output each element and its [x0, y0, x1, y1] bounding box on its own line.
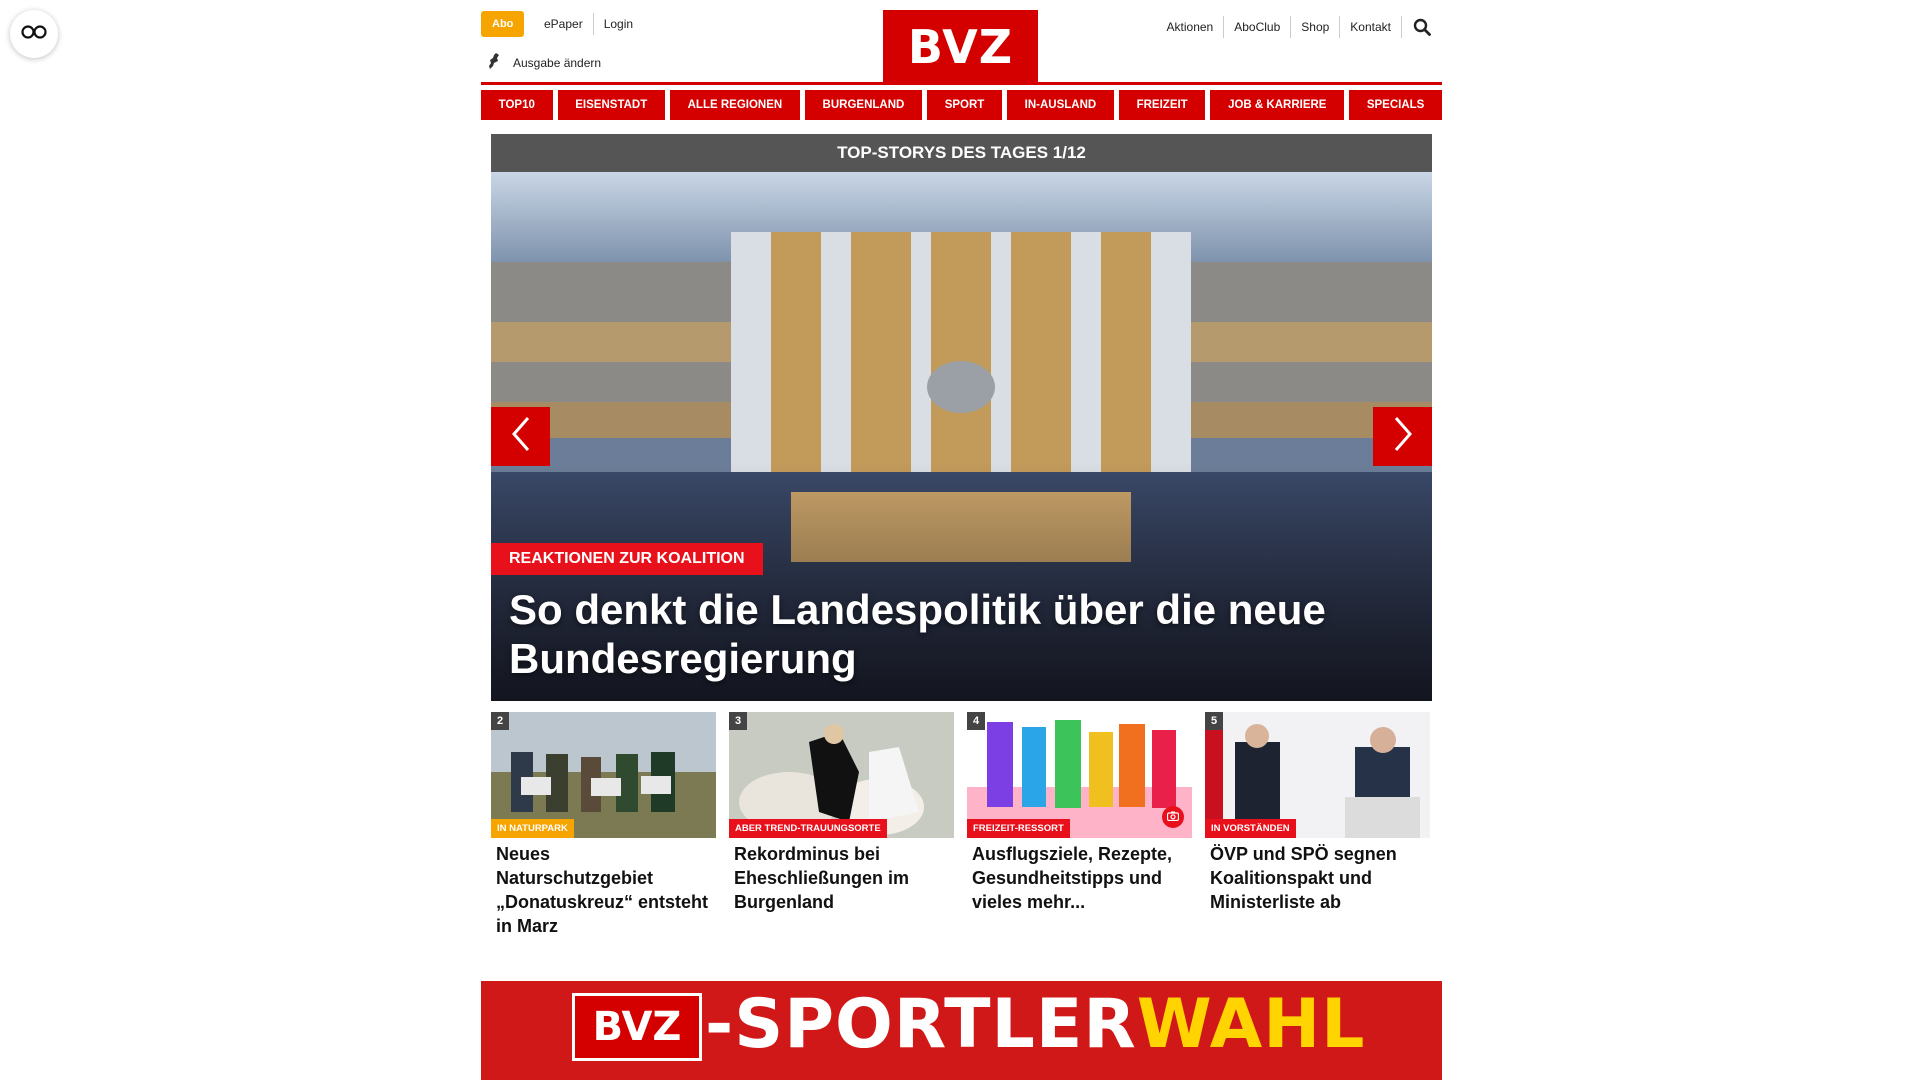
nav-item-freizeit[interactable]: FREIZEIT — [1118, 90, 1206, 120]
shop-link[interactable]: Shop — [1290, 16, 1339, 38]
chevron-left-icon — [510, 416, 532, 457]
story-title[interactable]: Ausflugsziele, Rezepte, Gesundheitstipps… — [967, 838, 1192, 914]
nav-item-job-karriere[interactable]: JOB & KARRIERE — [1210, 90, 1345, 120]
nav-item-sport[interactable]: SPORT — [927, 90, 1002, 120]
sportlerwahl-banner[interactable]: BVZ -SPORTLERWAHL — [481, 981, 1442, 1080]
story-title[interactable]: Neues Naturschutzgebiet „Donatuskreuz“ e… — [491, 838, 716, 938]
hero-category-tag: REAKTIONEN ZUR KOALITION — [491, 543, 763, 575]
aboclub-link[interactable]: AboClub — [1223, 16, 1290, 38]
site-header: Abo ePaper Login Ausgabe ändern BVZ Akti… — [481, 0, 1442, 85]
abo-button[interactable]: Abo — [481, 11, 525, 37]
nav-item-specials[interactable]: SPECIALS — [1349, 90, 1443, 120]
burgenland-map-icon — [487, 52, 513, 73]
story-card[interactable]: 5 IN VORSTÄNDEN ÖVP und SPÖ segnen Koali… — [1205, 712, 1430, 938]
bvz-logo[interactable]: BVZ — [883, 10, 1038, 84]
story-image: 3 ABER TREND-TRAUUNGSORTE — [729, 712, 954, 838]
banner-title: -SPORTLERWAHL — [705, 985, 1366, 1064]
header-divider — [481, 82, 1442, 85]
main-navigation: TOP10 EISENSTADT ALLE REGIONEN BURGENLAN… — [481, 90, 1443, 120]
aktionen-link[interactable]: Aktionen — [1157, 16, 1224, 38]
glasses-icon — [21, 24, 47, 44]
story-rank: 4 — [967, 712, 985, 730]
edition-label: Ausgabe ändern — [513, 55, 602, 70]
top-links-left: ePaper Login — [534, 13, 643, 35]
carousel-prev-button[interactable] — [491, 407, 550, 466]
story-rank: 5 — [1205, 712, 1223, 730]
story-title[interactable]: Rekordminus bei Eheschließungen im Burge… — [729, 838, 954, 914]
camera-icon — [1166, 808, 1180, 826]
kontakt-link[interactable]: Kontakt — [1339, 16, 1401, 38]
story-card[interactable]: 4 FREIZEIT-RESSORT Ausflugsziele, Rezept… — [967, 712, 1192, 938]
top-links-right: Aktionen AboClub Shop Kontakt — [1157, 16, 1442, 38]
page-container: Abo ePaper Login Ausgabe ändern BVZ Akti… — [481, 0, 1443, 1080]
nav-item-alle-regionen[interactable]: ALLE REGIONEN — [669, 90, 800, 120]
story-card[interactable]: 2 IN NATURPARK Neues Naturschutzgebiet „… — [491, 712, 716, 938]
hero-headline[interactable]: So denkt die Landespolitik über die neue… — [509, 585, 1389, 683]
story-cards: 2 IN NATURPARK Neues Naturschutzgebiet „… — [491, 712, 1432, 938]
nav-item-top10[interactable]: TOP10 — [481, 90, 553, 120]
banner-title-main: -SPORTLER — [705, 985, 1137, 1064]
story-image: 2 IN NATURPARK — [491, 712, 716, 838]
carousel-title: TOP-STORYS DES TAGES 1/12 — [491, 134, 1432, 172]
story-category-tag: IN NATURPARK — [491, 819, 574, 838]
hero-story[interactable]: REAKTIONEN ZUR KOALITION So denkt die La… — [491, 172, 1432, 701]
search-icon — [1403, 16, 1441, 38]
banner-title-highlight: WAHL — [1136, 985, 1366, 1064]
story-image: 5 IN VORSTÄNDEN — [1205, 712, 1430, 838]
search-button[interactable] — [1401, 16, 1442, 38]
nav-item-burgenland[interactable]: BURGENLAND — [804, 90, 923, 120]
story-card[interactable]: 3 ABER TREND-TRAUUNGSORTE Rekordminus be… — [729, 712, 954, 938]
story-image: 4 FREIZEIT-RESSORT — [967, 712, 1192, 838]
nav-item-in-ausland[interactable]: IN-AUSLAND — [1007, 90, 1114, 120]
story-category-tag: IN VORSTÄNDEN — [1205, 819, 1296, 838]
top-stories-carousel: TOP-STORYS DES TAGES 1/12 REAKTIONEN ZUR… — [491, 134, 1432, 701]
story-rank: 3 — [729, 712, 747, 730]
edition-switcher[interactable]: Ausgabe ändern — [487, 52, 601, 73]
accessibility-button[interactable] — [10, 10, 58, 58]
story-category-tag: ABER TREND-TRAUUNGSORTE — [729, 819, 887, 838]
epaper-link[interactable]: ePaper — [534, 13, 593, 35]
carousel-next-button[interactable] — [1373, 407, 1432, 466]
story-category-tag: FREIZEIT-RESSORT — [967, 819, 1070, 838]
login-link[interactable]: Login — [592, 13, 643, 35]
story-title[interactable]: ÖVP und SPÖ segnen Koalitionspakt und Mi… — [1205, 838, 1430, 914]
story-rank: 2 — [491, 712, 509, 730]
chevron-right-icon — [1392, 416, 1414, 457]
nav-item-eisenstadt[interactable]: EISENSTADT — [557, 90, 665, 120]
gallery-badge — [1162, 806, 1184, 828]
banner-bvz-logo: BVZ — [572, 993, 702, 1061]
